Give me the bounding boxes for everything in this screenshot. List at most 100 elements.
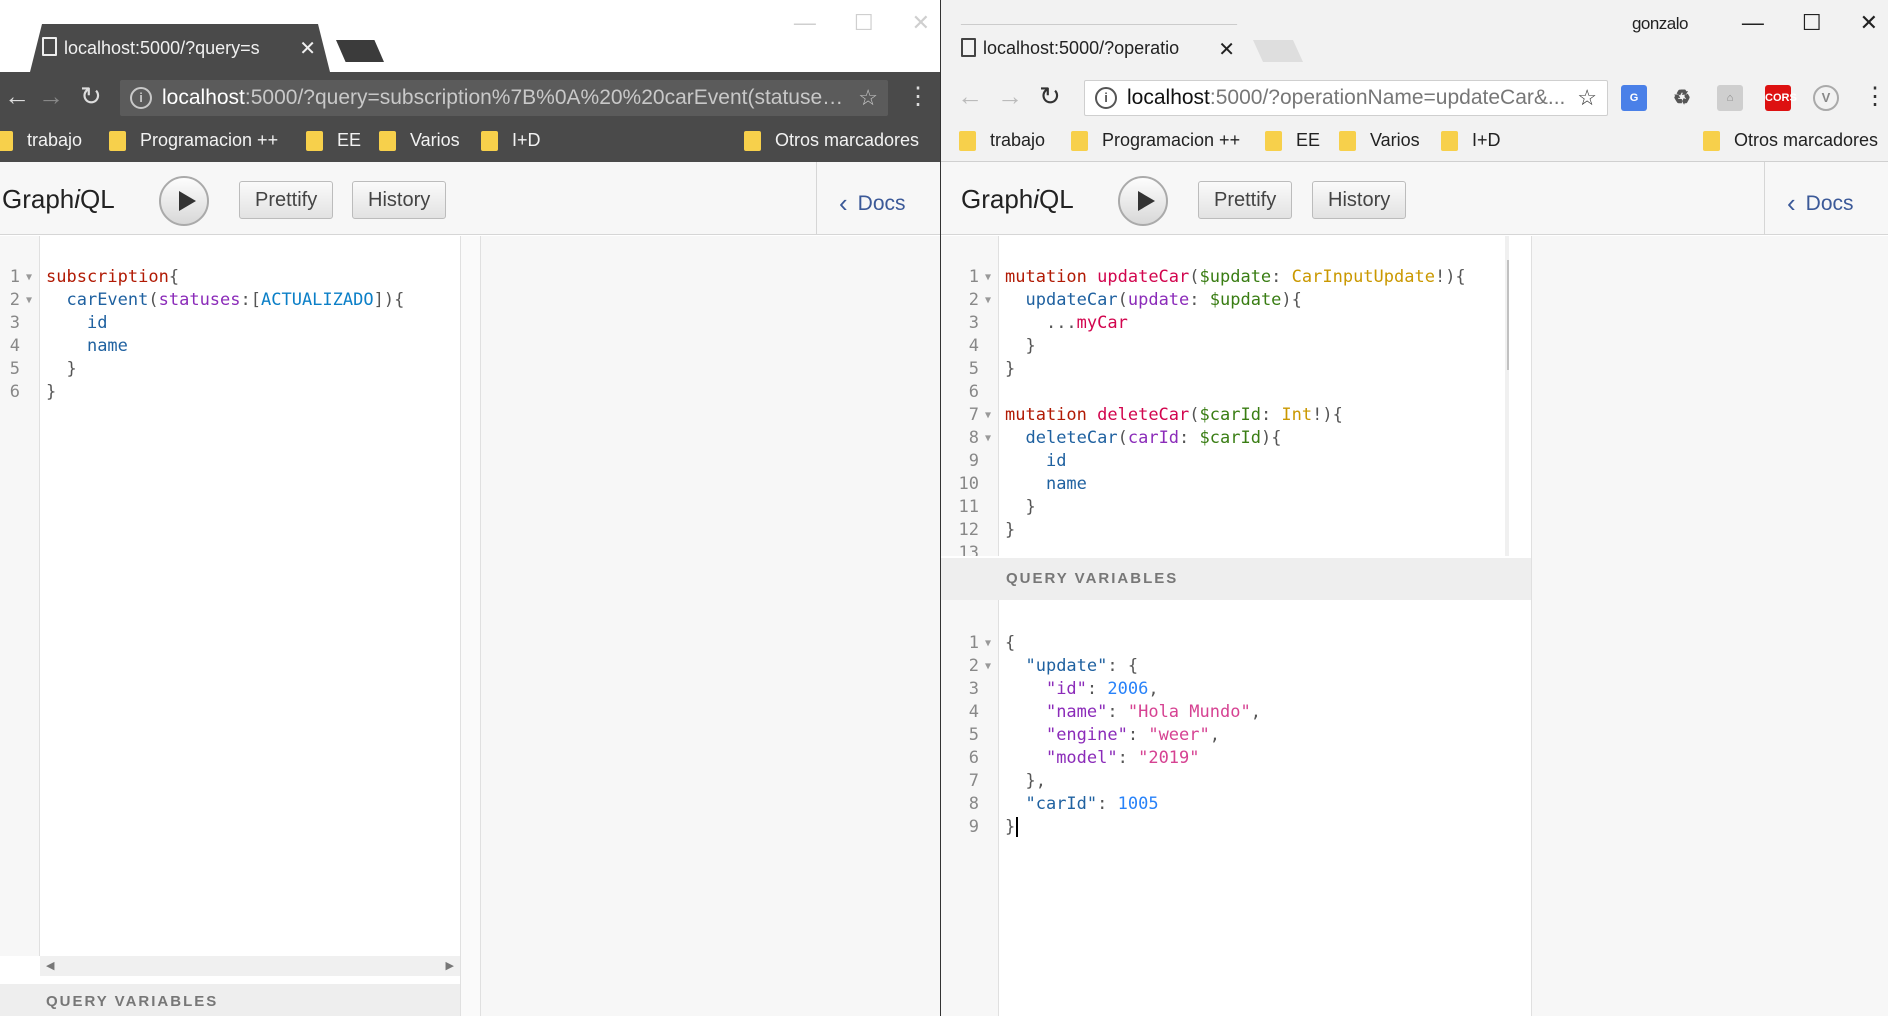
new-tab-button[interactable]: [336, 40, 384, 62]
code-line: "model": "2019": [1045, 748, 1200, 768]
code-line: }: [46, 382, 57, 402]
bookmark-trabajo[interactable]: trabajo: [0, 130, 82, 151]
cors-extension-icon[interactable]: CORS: [1765, 85, 1797, 111]
bookmark-otros-marcadores[interactable]: Otros marcadores: [1703, 130, 1878, 151]
line-number: 5: [968, 725, 979, 745]
scroll-thumb[interactable]: [1507, 260, 1509, 370]
chevron-left-icon: ‹: [839, 188, 848, 218]
fold-marker[interactable]: ▼: [26, 289, 32, 312]
line-number: 2: [9, 290, 20, 310]
fold-marker[interactable]: ▼: [985, 266, 991, 289]
maximize-icon[interactable]: ☐: [1802, 10, 1822, 36]
execute-query-button[interactable]: [1118, 176, 1168, 226]
prettify-button[interactable]: Prettify: [1198, 181, 1293, 219]
browser-tab[interactable]: localhost:5000/?operatio ✕: [949, 24, 1249, 72]
line-number: 9: [968, 451, 979, 471]
url-host: localhost: [1127, 86, 1210, 109]
code-line: name: [86, 336, 128, 356]
info-icon[interactable]: i: [1095, 87, 1117, 109]
arrow-right-icon[interactable]: →: [997, 83, 1023, 109]
url-host: localhost: [162, 86, 245, 109]
scroll-up-icon[interactable]: ▲: [1505, 242, 1509, 253]
fold-marker[interactable]: ▼: [26, 266, 32, 289]
close-tab-icon[interactable]: ✕: [299, 36, 316, 61]
query-editor[interactable]: 1 ▼ mutation updateCar($update: CarInputUp…: [941, 236, 1509, 556]
editor-scroll-gap: [461, 236, 480, 1016]
line-number: 9: [968, 817, 979, 837]
line-number: 7: [968, 405, 979, 425]
menu-dots-icon[interactable]: ⋮: [906, 82, 930, 111]
bookmark-ee[interactable]: EE: [306, 130, 361, 151]
line-number: 6: [9, 382, 20, 402]
folder-icon: [306, 130, 323, 151]
new-tab-button[interactable]: [1253, 40, 1303, 62]
horizontal-scrollbar[interactable]: ◀ ▶: [40, 956, 460, 976]
scroll-left-icon[interactable]: ◀: [46, 959, 54, 972]
fold-marker[interactable]: ▼: [985, 427, 991, 450]
close-tab-icon[interactable]: ✕: [1218, 37, 1235, 62]
menu-dots-icon[interactable]: ⋮: [1863, 82, 1887, 111]
line-number: 2: [968, 656, 979, 676]
docs-button[interactable]: ‹ Docs: [839, 186, 906, 218]
folder-icon: [1441, 130, 1458, 151]
pdf-extension-icon[interactable]: ⌂: [1717, 85, 1743, 111]
bookmarks-bar: trabajo Programacion ++ EE Varios I+D Ot…: [0, 122, 940, 162]
arrow-right-icon[interactable]: →: [38, 83, 64, 109]
minimize-icon[interactable]: —: [794, 10, 816, 36]
arrow-left-icon[interactable]: ←: [957, 83, 983, 109]
browser-tab[interactable]: localhost:5000/?query=s ✕: [30, 24, 330, 72]
query-editor[interactable]: 1 ▼ subscription{ 2 ▼ carEvent(statuses:[AC…: [0, 236, 460, 956]
bookmark-varios[interactable]: Varios: [379, 130, 460, 151]
execute-query-button[interactable]: [159, 176, 209, 226]
scroll-right-icon[interactable]: ▶: [446, 959, 454, 972]
graphiql-topbar: GraphiQL Prettify History ‹ Docs: [941, 162, 1888, 235]
folder-icon: [959, 130, 976, 151]
query-variables-header[interactable]: QUERY VARIABLES: [941, 558, 1531, 600]
arrow-left-icon[interactable]: ←: [4, 83, 30, 109]
minimize-icon[interactable]: —: [1742, 10, 1764, 36]
code-line: mutation deleteCar($carId: Int!){: [1005, 405, 1343, 425]
address-bar[interactable]: i localhost:5000/?query=subscription%7B%…: [120, 80, 888, 116]
variables-editor[interactable]: 1 ▼ { 2 ▼ "update": { 3 "id": 2006, 4 "name…: [941, 600, 1531, 1016]
profile-name[interactable]: gonzalo: [1632, 14, 1689, 34]
bookmark-ee[interactable]: EE: [1265, 130, 1320, 151]
v-extension-icon[interactable]: V: [1813, 85, 1839, 111]
info-icon[interactable]: i: [130, 87, 152, 109]
bookmark-trabajo[interactable]: trabajo: [959, 130, 1045, 151]
docs-panel-toggle: ‹ Docs: [1764, 162, 1888, 234]
line-number: 1: [9, 267, 20, 287]
scroll-down-icon[interactable]: ▼: [1505, 541, 1509, 552]
docs-button[interactable]: ‹ Docs: [1787, 186, 1854, 218]
close-icon[interactable]: ✕: [912, 10, 930, 36]
vertical-scrollbar[interactable]: ▲ ▼: [1505, 236, 1509, 556]
bookmark-id[interactable]: I+D: [1441, 130, 1501, 151]
code-line: carEvent(statuses:[ACTUALIZADO]){: [66, 290, 405, 310]
bookmark-programacion[interactable]: Programacion ++: [109, 130, 278, 151]
star-icon[interactable]: ☆: [1577, 85, 1597, 111]
bookmark-programacion[interactable]: Programacion ++: [1071, 130, 1240, 151]
maximize-icon[interactable]: ☐: [854, 10, 874, 36]
history-button[interactable]: History: [352, 181, 447, 219]
history-button[interactable]: History: [1312, 181, 1407, 219]
reload-icon[interactable]: ↻: [1039, 83, 1061, 109]
reload-icon[interactable]: ↻: [80, 83, 102, 109]
bookmark-otros-marcadores[interactable]: Otros marcadores: [744, 130, 919, 151]
address-bar[interactable]: i localhost:5000/?operationName=updateCa…: [1084, 80, 1608, 116]
fold-marker[interactable]: ▼: [985, 404, 991, 427]
prettify-button[interactable]: Prettify: [239, 181, 334, 219]
recycle-extension-icon[interactable]: ♻: [1669, 85, 1695, 111]
bookmark-id[interactable]: I+D: [481, 130, 541, 151]
star-icon[interactable]: ☆: [858, 85, 878, 111]
bookmark-varios[interactable]: Varios: [1339, 130, 1420, 151]
fold-marker[interactable]: ▼: [985, 289, 991, 312]
code-line: name: [1045, 474, 1087, 494]
code-line: }: [1005, 359, 1016, 379]
code-line: updateCar(update: $update){: [1025, 290, 1302, 310]
close-icon[interactable]: ✕: [1860, 10, 1878, 36]
fold-marker[interactable]: ▼: [985, 655, 991, 678]
query-variables-header[interactable]: QUERY VARIABLES: [0, 984, 460, 1016]
fold-marker[interactable]: ▼: [985, 632, 991, 655]
code-line: subscription{: [46, 267, 180, 287]
tab-title: localhost:5000/?operatio: [983, 38, 1180, 58]
translate-extension-icon[interactable]: G: [1621, 85, 1647, 111]
